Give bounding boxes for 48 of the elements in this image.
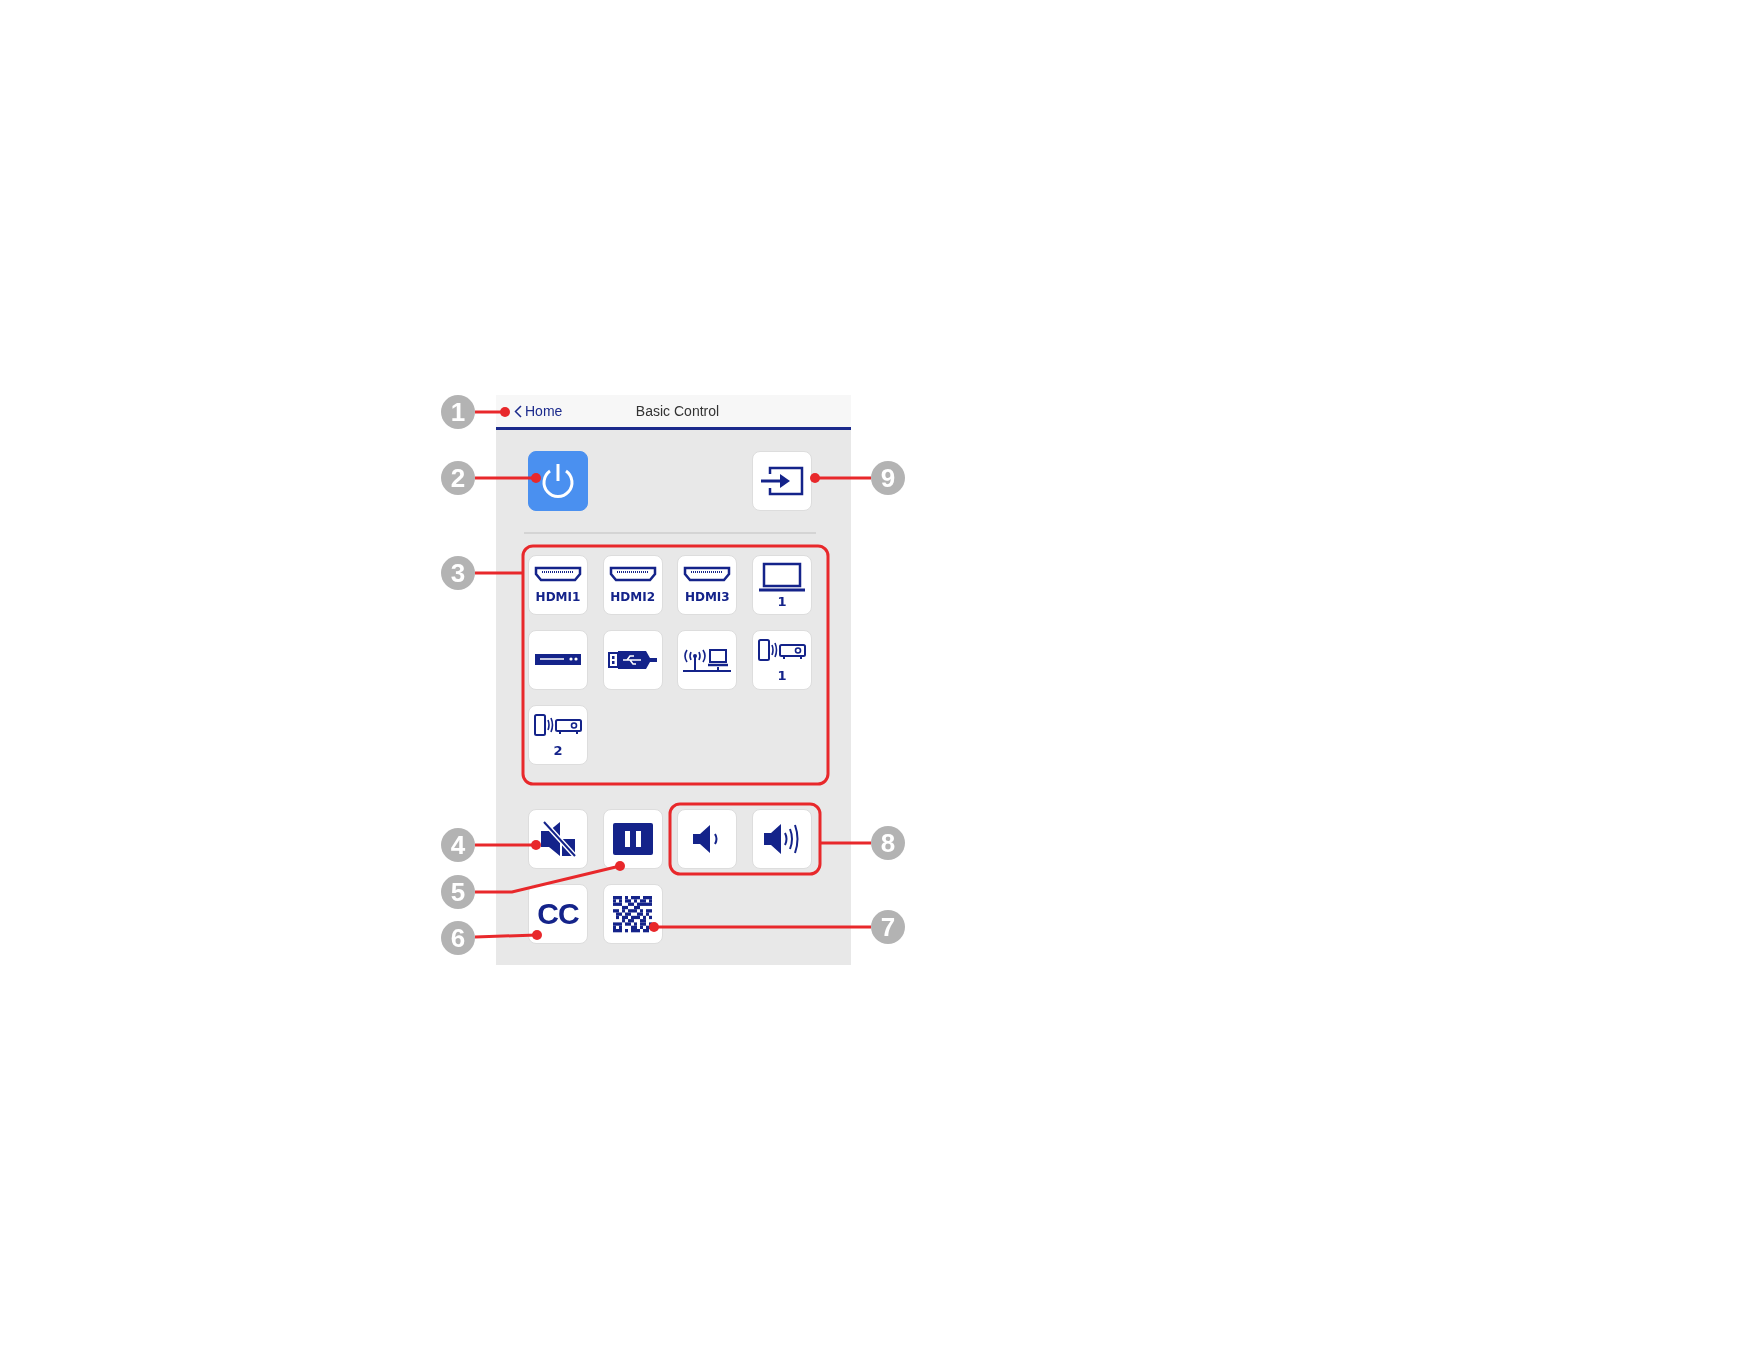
leader-line bbox=[475, 840, 541, 850]
mute-button[interactable] bbox=[528, 809, 588, 869]
hdmi-source-button[interactable]: HDMI2 bbox=[602, 555, 663, 615]
laptop-icon bbox=[757, 561, 806, 592]
usb-source-button[interactable] bbox=[602, 630, 663, 690]
callout-number: 8 bbox=[871, 826, 905, 860]
pause-icon bbox=[612, 823, 653, 855]
leader-line bbox=[475, 407, 510, 417]
volume-up-button[interactable] bbox=[751, 809, 812, 869]
power-button[interactable] bbox=[528, 451, 588, 511]
callout-number: 1 bbox=[441, 395, 475, 429]
screen-title: Basic Control bbox=[635, 403, 720, 419]
callout-number: 9 bbox=[871, 461, 905, 495]
mirroring-source-button[interactable]: 2 bbox=[528, 705, 588, 765]
usb-icon bbox=[607, 650, 658, 670]
leader-line bbox=[475, 473, 541, 483]
antenna-laptop-icon bbox=[682, 646, 733, 674]
hdmi-port-icon bbox=[608, 565, 657, 582]
leader-line bbox=[475, 571, 523, 575]
muted-speaker-icon bbox=[540, 821, 576, 857]
qr-code-button[interactable] bbox=[602, 884, 663, 944]
leader-line bbox=[474, 930, 542, 940]
hdmi-source-button[interactable]: HDMI1 bbox=[528, 555, 588, 615]
callout-number: 3 bbox=[441, 556, 475, 590]
hdmi-source-button[interactable]: HDMI3 bbox=[677, 555, 738, 615]
home-back-link[interactable]: Home bbox=[514, 403, 563, 419]
leader-line bbox=[821, 841, 871, 845]
callout-number: 2 bbox=[441, 461, 475, 495]
video-player-icon bbox=[534, 653, 582, 667]
loud-speaker-icon bbox=[762, 822, 801, 856]
network-source-button[interactable] bbox=[677, 630, 738, 690]
input-arrow-icon bbox=[760, 466, 804, 496]
callout-number: 7 bbox=[871, 910, 905, 944]
callout-number: 4 bbox=[441, 828, 475, 862]
input-button[interactable] bbox=[752, 451, 812, 511]
mirroring-source-button[interactable]: 1 bbox=[751, 630, 812, 690]
volume-down-button[interactable] bbox=[677, 809, 738, 869]
callout-number: 6 bbox=[441, 921, 475, 955]
chevron-left-icon bbox=[514, 404, 522, 418]
leader-line bbox=[810, 473, 871, 483]
pause-button[interactable] bbox=[602, 809, 663, 869]
hdmi-port-icon bbox=[534, 565, 582, 582]
computer-source-button[interactable]: 1 bbox=[751, 555, 812, 615]
callout-number: 5 bbox=[441, 875, 475, 909]
captions-button[interactable]: CC bbox=[528, 884, 588, 944]
hdmi-port-icon bbox=[683, 565, 732, 582]
video-source-button[interactable] bbox=[528, 630, 588, 690]
qr-code-icon bbox=[613, 895, 653, 933]
